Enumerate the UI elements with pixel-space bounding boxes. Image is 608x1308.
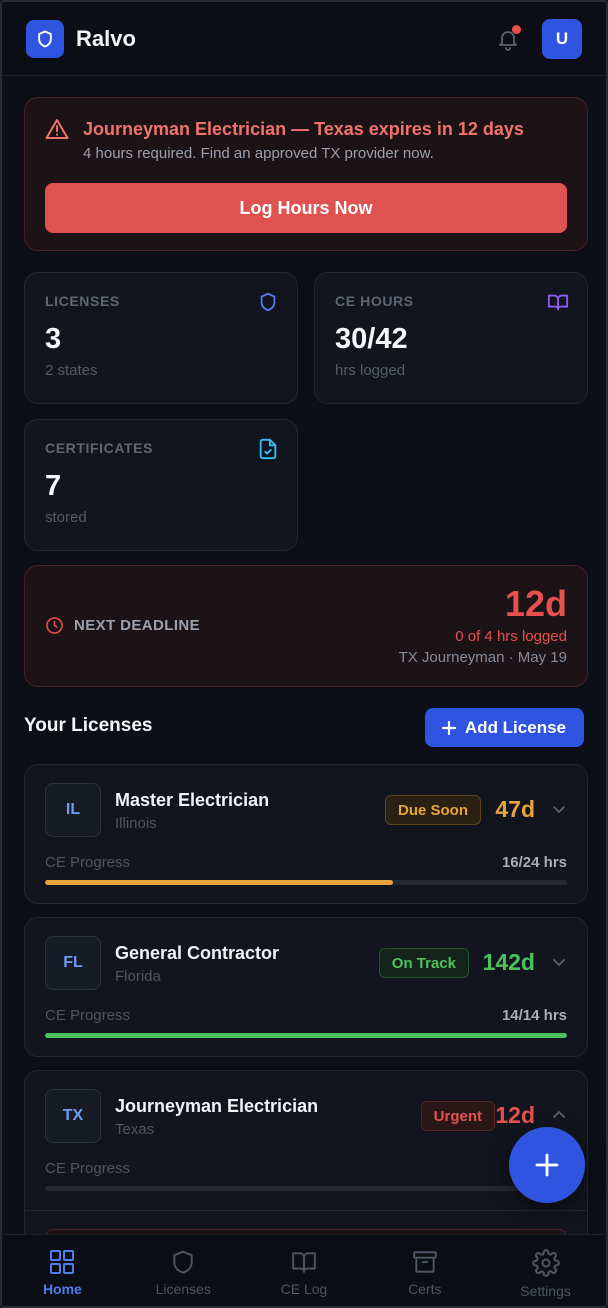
stat-value: 7 xyxy=(45,470,62,502)
expiry-alert: Journeyman Electrician — Texas expires i… xyxy=(24,97,588,251)
alert-title: Journeyman Electrician — Texas expires i… xyxy=(83,119,524,139)
license-name: General Contractor xyxy=(115,943,280,963)
shield-icon xyxy=(260,292,276,312)
days-remaining: 12d xyxy=(495,1102,535,1128)
avatar[interactable]: U xyxy=(542,18,582,59)
nav-label: Certs xyxy=(408,1281,442,1297)
license-card[interactable]: IL Master Electrician Illinois Due Soon … xyxy=(24,764,588,904)
license-state: Florida xyxy=(115,968,161,985)
notification-dot xyxy=(512,24,521,34)
book-icon xyxy=(547,294,569,311)
license-name: Journeyman Electrician xyxy=(115,1096,319,1116)
state-badge: TX xyxy=(45,1089,101,1143)
progress-track xyxy=(45,880,567,885)
add-license-button[interactable]: Add License xyxy=(424,708,584,747)
next-deadline-card[interactable]: NEXT DEADLINE 12d 0 of 4 hrs logged TX J… xyxy=(24,565,588,687)
nav-ce-log[interactable]: CE Log xyxy=(244,1235,365,1306)
app-title: Ralvo xyxy=(76,25,136,51)
stat-card-ce-hours[interactable]: CE HOURS 30/42 hrs logged xyxy=(314,272,588,404)
warning-icon xyxy=(45,119,69,139)
log-hours-button[interactable]: Log Hours Now xyxy=(45,183,567,233)
gear-icon xyxy=(531,1249,560,1277)
deadline-hours: 0 of 4 hrs logged xyxy=(455,628,567,645)
state-badge: FL xyxy=(45,936,101,990)
section-title: Your Licenses xyxy=(24,715,153,736)
progress-fill xyxy=(45,880,394,885)
clock-icon xyxy=(46,617,63,634)
progress-label: CE Progress xyxy=(45,1160,131,1177)
deadline-days: 12d xyxy=(504,583,567,624)
progress-label: CE Progress xyxy=(45,1007,131,1024)
plus-icon xyxy=(441,720,457,735)
stat-sub: 2 states xyxy=(45,362,98,379)
file-check-icon xyxy=(259,438,277,460)
bottom-nav: Home Licenses CE Log Certs Settings xyxy=(2,1234,606,1306)
chevron-down-icon[interactable] xyxy=(551,801,567,817)
days-remaining: 47d xyxy=(495,796,535,822)
stat-value: 3 xyxy=(45,323,62,355)
home-grid-icon xyxy=(50,1250,75,1274)
days-remaining: 142d xyxy=(482,949,535,975)
stat-card-certificates[interactable]: CERTIFICATES 7 stored xyxy=(24,419,298,551)
state-badge: IL xyxy=(45,783,101,837)
status-badge: Urgent xyxy=(420,1101,495,1131)
progress-label: CE Progress xyxy=(45,854,131,871)
nav-licenses[interactable]: Licenses xyxy=(123,1235,244,1306)
nav-home[interactable]: Home xyxy=(2,1235,123,1306)
divider xyxy=(25,1210,587,1211)
deadline-label: NEXT DEADLINE xyxy=(74,617,201,634)
progress-track xyxy=(45,1186,567,1191)
app-frame: Ralvo U Journeyman Electrician — Texas e… xyxy=(0,0,608,1308)
chevron-up-icon[interactable] xyxy=(551,1107,567,1123)
app-logo[interactable] xyxy=(26,19,64,58)
alert-subtitle: 4 hours required. Find an approved TX pr… xyxy=(83,145,434,162)
chevron-down-icon[interactable] xyxy=(551,954,567,970)
stat-label: CE HOURS xyxy=(335,293,414,309)
book-icon xyxy=(292,1252,316,1273)
progress-value: 14/14 hrs xyxy=(501,1007,567,1024)
top-header: Ralvo U xyxy=(2,2,606,76)
deadline-meta: TX Journeyman · May 19 xyxy=(398,649,567,666)
plus-icon xyxy=(535,1153,559,1177)
progress-value: 16/24 hrs xyxy=(501,854,567,871)
license-card[interactable]: FL General Contractor Florida On Track 1… xyxy=(24,917,588,1057)
license-name: Master Electrician xyxy=(115,790,270,810)
shield-icon xyxy=(173,1250,193,1274)
nav-label: Settings xyxy=(520,1283,571,1299)
archive-icon xyxy=(412,1251,437,1273)
stat-sub: hrs logged xyxy=(335,362,406,379)
license-state: Illinois xyxy=(115,815,157,832)
nav-label: Licenses xyxy=(155,1281,211,1297)
add-license-label: Add License xyxy=(464,717,566,737)
notifications-button[interactable] xyxy=(494,24,522,53)
nav-settings[interactable]: Settings xyxy=(485,1235,606,1306)
progress-track xyxy=(45,1033,567,1038)
stat-value: 30/42 xyxy=(335,323,408,355)
progress-fill xyxy=(45,1033,567,1038)
nav-label: CE Log xyxy=(280,1281,328,1297)
status-badge: Due Soon xyxy=(385,795,481,825)
fab-add-button[interactable] xyxy=(509,1127,585,1203)
nav-certs[interactable]: Certs xyxy=(364,1235,485,1306)
stat-label: CERTIFICATES xyxy=(45,440,154,456)
stat-label: LICENSES xyxy=(45,293,120,309)
status-badge: On Track xyxy=(378,948,469,978)
license-state: Texas xyxy=(115,1121,155,1138)
nav-label: Home xyxy=(42,1281,82,1297)
stat-card-licenses[interactable]: LICENSES 3 2 states xyxy=(24,272,298,404)
stat-sub: stored xyxy=(45,509,87,526)
shield-icon xyxy=(38,30,52,47)
